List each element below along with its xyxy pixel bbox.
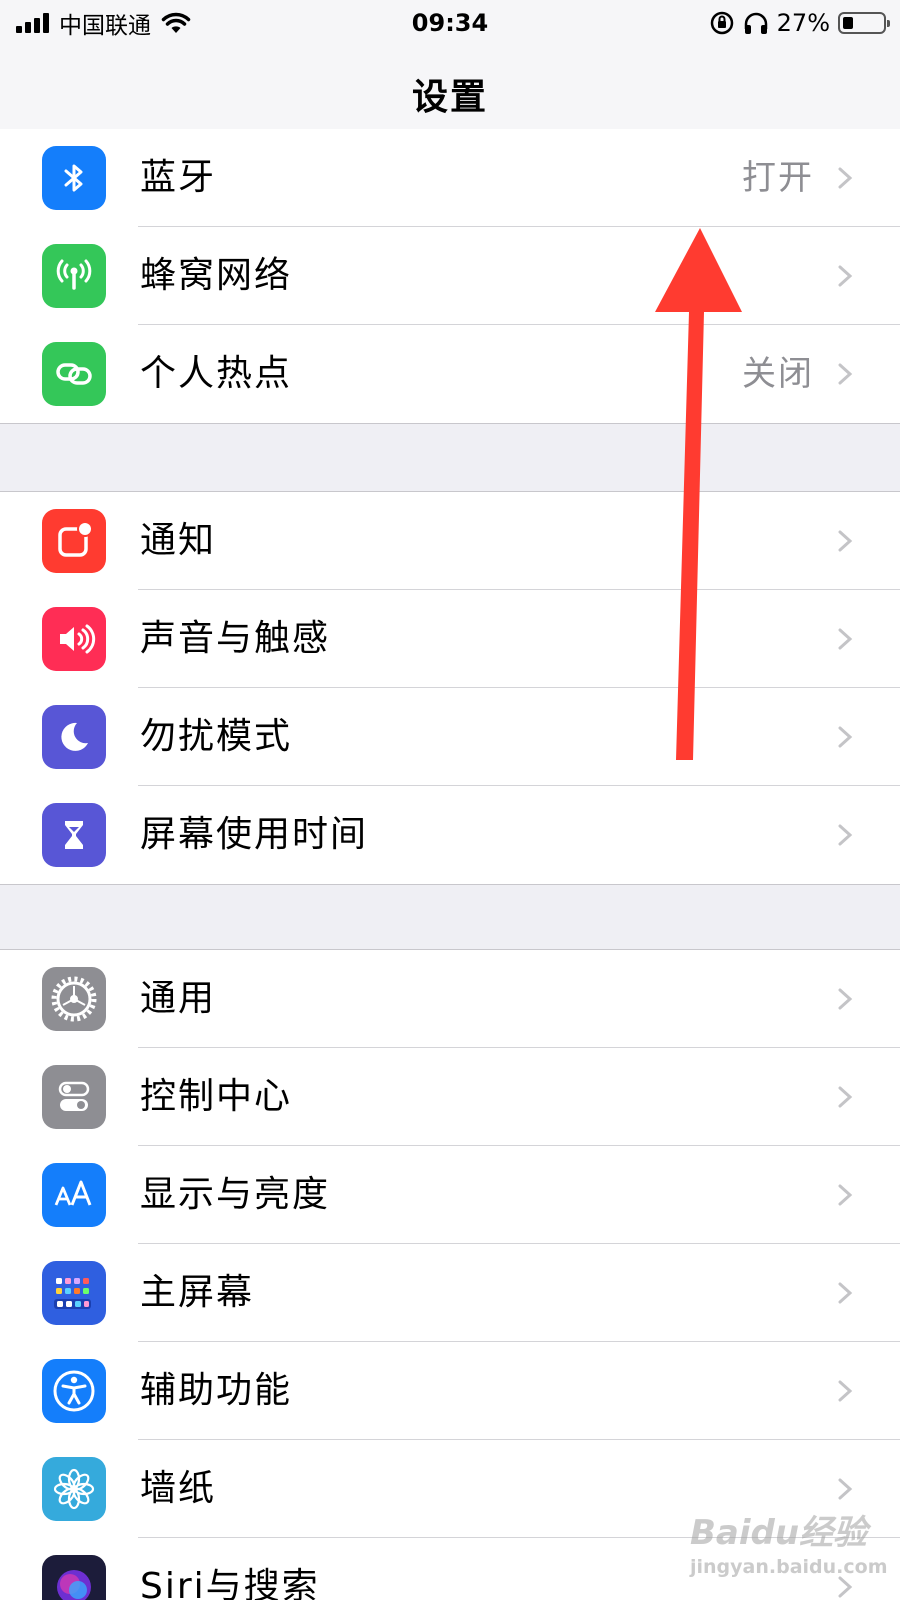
settings-row-do-not-disturb[interactable]: 勿扰模式 (0, 688, 900, 786)
text-size-icon (42, 1163, 106, 1227)
settings-row-display[interactable]: 显示与亮度 (0, 1146, 900, 1244)
chevron-right-icon (838, 167, 853, 189)
siri-icon (42, 1555, 106, 1600)
chevron-right-icon (838, 1184, 853, 1206)
settings-row-accessibility[interactable]: 辅助功能 (0, 1342, 900, 1440)
speaker-icon (42, 607, 106, 671)
chevron-right-icon (838, 363, 853, 385)
settings-row-general[interactable]: 通用 (0, 950, 900, 1048)
toggles-icon (42, 1065, 106, 1129)
settings-row-hotspot[interactable]: 个人热点 关闭 (0, 325, 900, 423)
hotspot-icon (42, 342, 106, 406)
row-label: 通知 (140, 520, 217, 561)
row-label: 蓝牙 (140, 157, 217, 198)
battery-percent: 27% (776, 9, 830, 37)
row-label: 声音与触感 (140, 618, 331, 659)
chevron-right-icon (838, 1282, 853, 1304)
row-label: 个人热点 (140, 353, 293, 394)
row-label: 显示与亮度 (140, 1174, 331, 1215)
moon-icon (42, 705, 106, 769)
row-label: 主屏幕 (140, 1272, 255, 1313)
settings-row-control-center[interactable]: 控制中心 (0, 1048, 900, 1146)
row-label: 屏幕使用时间 (140, 814, 369, 855)
chevron-right-icon (838, 530, 853, 552)
battery-icon (838, 12, 890, 34)
row-label: 辅助功能 (140, 1370, 293, 1411)
flower-icon (42, 1457, 106, 1521)
general-group: 通用 控制中心 显示与亮度 主屏幕 辅助功能 墙纸 Siri与搜索 (0, 949, 900, 1600)
settings-row-notifications[interactable]: 通知 (0, 492, 900, 590)
settings-row-cellular[interactable]: 蜂窝网络 (0, 227, 900, 325)
battery-fill (843, 17, 853, 29)
chevron-right-icon (838, 1478, 853, 1500)
row-label: 控制中心 (140, 1076, 293, 1117)
row-label: 勿扰模式 (140, 716, 293, 757)
chevron-right-icon (838, 988, 853, 1010)
notifications-icon (42, 509, 106, 573)
page-title: 设置 (411, 77, 488, 118)
settings-row-sounds[interactable]: 声音与触感 (0, 590, 900, 688)
watermark-brand: Baidu经验 (690, 1513, 868, 1553)
chevron-right-icon (838, 628, 853, 650)
gear-icon (42, 967, 106, 1031)
settings-row-home-screen[interactable]: 主屏幕 (0, 1244, 900, 1342)
watermark-url: jingyan.baidu.com (690, 1556, 888, 1578)
bluetooth-icon (42, 146, 106, 210)
chevron-right-icon (838, 265, 853, 287)
status-bar: 中国联通 09:34 27% (0, 0, 900, 46)
watermark: Baidu经验 jingyan.baidu.com (690, 1505, 888, 1578)
cellular-icon (42, 244, 106, 308)
row-label: 通用 (140, 978, 217, 1019)
row-label: 蜂窝网络 (140, 255, 293, 296)
chevron-right-icon (838, 726, 853, 748)
rotation-lock-icon (710, 11, 733, 35)
chevron-right-icon (838, 824, 853, 846)
home-grid-icon (42, 1261, 106, 1325)
accessibility-icon (42, 1359, 106, 1423)
row-value: 关闭 (742, 354, 814, 394)
status-right: 27% (709, 6, 890, 40)
settings-row-bluetooth[interactable]: 蓝牙 打开 (0, 129, 900, 227)
navigation-bar: 设置 (0, 46, 900, 138)
row-value: 打开 (742, 158, 814, 198)
notifications-group: 通知 声音与触感 勿扰模式 屏幕使用时间 (0, 491, 900, 885)
chevron-right-icon (838, 1380, 853, 1402)
chevron-right-icon (838, 1086, 853, 1108)
connectivity-group: 蓝牙 打开 蜂窝网络 个人热点 关闭 (0, 129, 900, 424)
settings-row-screen-time[interactable]: 屏幕使用时间 (0, 786, 900, 884)
hourglass-icon (42, 803, 106, 867)
row-label: Siri与搜索 (140, 1566, 320, 1600)
headphones-icon (744, 12, 767, 34)
row-label: 墙纸 (140, 1468, 217, 1509)
